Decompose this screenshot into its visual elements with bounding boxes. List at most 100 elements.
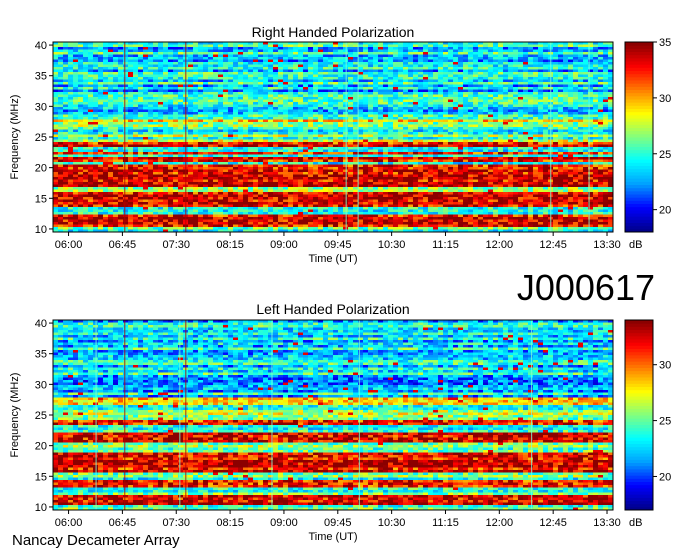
rh-heatmap-cell	[128, 104, 134, 108]
rh-heatmap-cell	[108, 94, 114, 98]
rh-heatmap-cell	[213, 49, 219, 53]
rh-heatmap-cell	[308, 102, 314, 105]
rh-heatmap-cell	[518, 132, 524, 135]
rh-heatmap-cell	[268, 72, 274, 75]
rh-heatmap-cell	[58, 87, 64, 90]
rh-heatmap-cell	[208, 102, 214, 105]
rh-heatmap-cell	[493, 49, 499, 53]
rh-heatmap-cell	[378, 139, 384, 143]
rh-heatmap-cell	[133, 72, 139, 75]
rh-heatmap-cell	[153, 59, 159, 63]
rh-heatmap-cell	[98, 47, 104, 50]
rh-heatmap-cell	[353, 127, 359, 130]
rh-heatmap-cell	[538, 104, 544, 108]
rh-heatmap-cell	[568, 149, 574, 153]
rh-heatmap-cell	[533, 149, 539, 153]
rh-heatmap-cell	[203, 109, 209, 113]
rh-heatmap-cell	[568, 147, 574, 150]
rh-heatmap-cell	[438, 59, 444, 63]
rh-heatmap-cell	[193, 117, 199, 120]
rh-heatmap-cell	[53, 104, 59, 108]
rh-heatmap-cell	[288, 152, 294, 155]
rh-heatmap-cell	[473, 124, 479, 128]
rh-heatmap-cell	[238, 87, 244, 90]
rh-heatmap-cell	[483, 59, 489, 63]
rh-heatmap-cell	[58, 44, 64, 48]
rh-heatmap-cell	[103, 137, 109, 140]
rh-heatmap-cell	[328, 62, 334, 65]
rh-heatmap-cell	[88, 99, 94, 103]
rh-heatmap-cell	[368, 64, 374, 68]
rh-heatmap-cell	[503, 112, 509, 115]
rh-heatmap-cell	[388, 44, 394, 48]
rh-heatmap-cell	[78, 149, 84, 153]
rh-heatmap-cell	[383, 54, 389, 58]
rh-heatmap-cell	[188, 69, 194, 73]
rh-heatmap-cell	[603, 132, 609, 135]
rh-heatmap-cell	[228, 117, 234, 120]
rh-heatmap-cell	[553, 129, 559, 133]
rh-heatmap-cell	[143, 82, 149, 85]
rh-heatmap-cell	[468, 127, 474, 130]
rh-heatmap-cell	[583, 77, 589, 80]
rh-heatmap-cell	[253, 52, 259, 55]
rh-heatmap-cell	[118, 147, 124, 150]
rh-heatmap-cell	[518, 144, 524, 148]
rh-heatmap-cell	[323, 147, 329, 150]
rh-heatmap-cell	[358, 112, 364, 115]
rh-heatmap-cell	[318, 102, 324, 105]
rh-heatmap-cell	[383, 127, 389, 130]
rh-heatmap-cell	[498, 142, 504, 145]
rh-heatmap-cell	[403, 49, 409, 53]
rh-heatmap-cell	[123, 102, 129, 105]
rh-heatmap-cell	[203, 94, 209, 98]
rh-heatmap-cell	[543, 97, 549, 100]
rh-heatmap-cell	[473, 142, 479, 145]
rh-heatmap-cell	[208, 59, 214, 63]
rh-heatmap-cell	[558, 122, 564, 125]
rh-heatmap-cell	[173, 99, 179, 103]
rh-heatmap-cell	[463, 127, 469, 130]
rh-heatmap-cell	[478, 112, 484, 115]
rh-heatmap-cell	[508, 57, 514, 60]
rh-heatmap-cell	[293, 102, 299, 105]
rh-heatmap-cell	[353, 124, 359, 128]
rh-heatmap-cell	[298, 67, 304, 70]
rh-heatmap-cell	[563, 102, 569, 105]
rh-heatmap-cell	[428, 119, 434, 123]
rh-heatmap-cell	[538, 79, 544, 83]
rh-heatmap-cell	[358, 122, 364, 125]
rh-heatmap-cell	[358, 44, 364, 48]
rh-heatmap-cell	[523, 69, 529, 73]
rh-heatmap-cell	[238, 54, 244, 58]
rh-heatmap-cell	[513, 49, 519, 53]
rh-heatmap-cell	[308, 87, 314, 90]
rh-heatmap-cell	[98, 114, 104, 118]
rh-heatmap-cell	[288, 87, 294, 90]
rh-heatmap-cell	[503, 49, 509, 53]
rh-heatmap-cell	[213, 69, 219, 73]
rh-heatmap-cell	[258, 72, 264, 75]
rh-heatmap-cell	[173, 132, 179, 135]
rh-heatmap-cell	[123, 139, 129, 143]
rh-heatmap-cell	[368, 104, 374, 108]
rh-heatmap-cell	[128, 134, 134, 138]
rh-heatmap-cell	[198, 52, 204, 55]
rh-heatmap-cell	[598, 139, 604, 143]
rh-heatmap-cell	[573, 102, 579, 105]
rh-heatmap-cell	[423, 112, 429, 115]
rh-heatmap-cell	[478, 144, 484, 148]
rh-heatmap-cell	[458, 69, 464, 73]
rh-heatmap-cell	[293, 117, 299, 120]
rh-heatmap-cell	[363, 52, 369, 55]
rh-heatmap-cell	[123, 129, 129, 133]
rh-heatmap-cell	[543, 47, 549, 50]
rh-heatmap-cell	[508, 52, 514, 55]
rh-heatmap-cell	[473, 49, 479, 53]
rh-heatmap-cell	[268, 127, 274, 130]
rh-heatmap-cell	[338, 104, 344, 108]
rh-heatmap-cell	[543, 87, 549, 90]
rh-heatmap-cell	[123, 149, 129, 153]
rh-heatmap-cell	[128, 77, 134, 80]
rh-heatmap-cell	[393, 47, 399, 50]
